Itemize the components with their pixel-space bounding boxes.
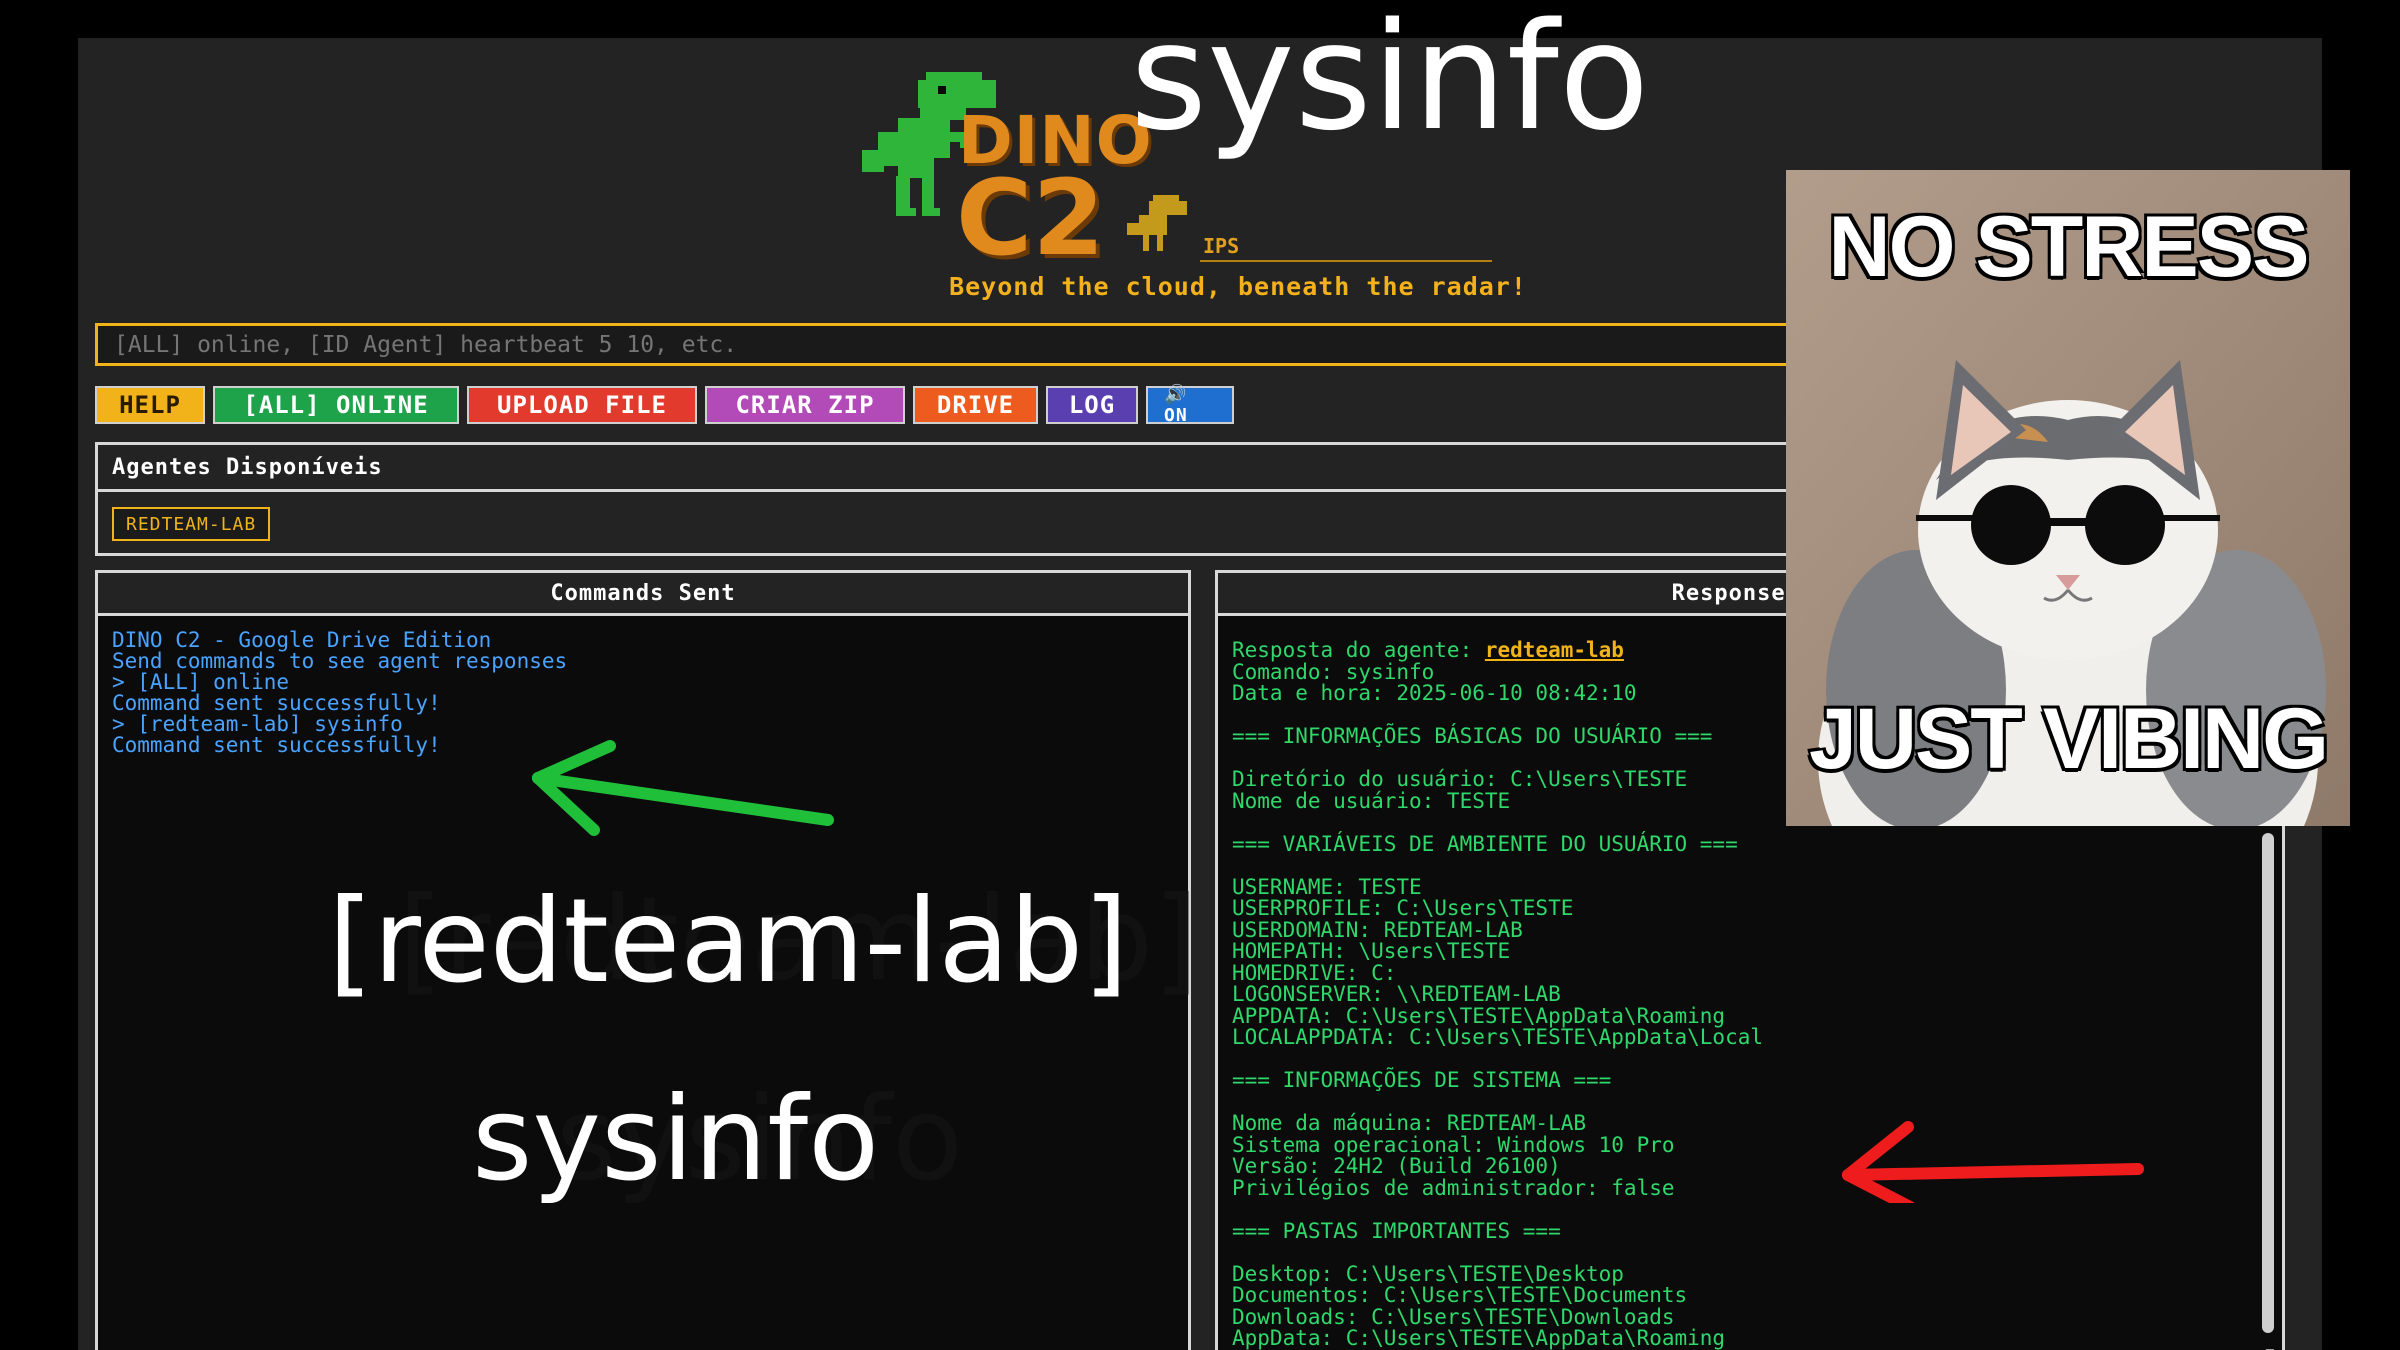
responses-scrollbar[interactable] bbox=[2262, 833, 2274, 1333]
toolbar: HELP [ALL] ONLINE UPLOAD FILE CRIAR ZIP … bbox=[95, 384, 1234, 426]
log-line: > [ALL] online bbox=[112, 670, 290, 694]
create-zip-button[interactable]: CRIAR ZIP bbox=[705, 386, 905, 424]
ips-underline bbox=[1200, 260, 1492, 262]
commands-title: Commands Sent bbox=[98, 573, 1188, 616]
response-prefix: Resposta do agente: bbox=[1232, 638, 1485, 662]
caption-line1: [redteam-lab] bbox=[328, 874, 1129, 1009]
meme-image: NO STRESS JUST VIBING bbox=[1786, 170, 2350, 826]
log-line: DINO C2 - Google Drive Edition bbox=[112, 628, 492, 652]
small-dino-icon bbox=[1127, 195, 1187, 251]
log-line: Send commands to see agent responses bbox=[112, 649, 568, 673]
red-arrow-icon bbox=[1842, 1121, 2144, 1203]
log-button[interactable]: LOG bbox=[1046, 386, 1138, 424]
response-agent-link[interactable]: redteam-lab bbox=[1485, 638, 1624, 662]
caption-line2: sysinfo bbox=[472, 1072, 880, 1207]
help-button[interactable]: HELP bbox=[95, 386, 205, 424]
logo-word-c2: C2 bbox=[956, 157, 1105, 279]
upload-file-button[interactable]: UPLOAD FILE bbox=[467, 386, 697, 424]
title-overlay: sysinfo bbox=[1130, 0, 1650, 163]
drive-button[interactable]: DRIVE bbox=[913, 386, 1038, 424]
green-arrow-icon bbox=[532, 740, 834, 836]
tagline: Beyond the cloud, beneath the radar! bbox=[949, 272, 1527, 301]
meme-top-text: NO STRESS bbox=[1828, 199, 2310, 295]
response-body: Comando: sysinfo Data e hora: 2025-06-10… bbox=[1232, 659, 1764, 1350]
ips-label: IPS bbox=[1203, 234, 1240, 258]
agent-chip[interactable]: REDTEAM-LAB bbox=[112, 507, 271, 541]
meme-bottom-text: JUST VIBING bbox=[1809, 691, 2329, 787]
scroll-down-arrow-icon[interactable]: ▼ bbox=[2266, 1345, 2274, 1350]
sound-toggle-button[interactable]: 🔊 ON bbox=[1146, 384, 1234, 426]
all-online-button[interactable]: [ALL] ONLINE bbox=[213, 386, 459, 424]
